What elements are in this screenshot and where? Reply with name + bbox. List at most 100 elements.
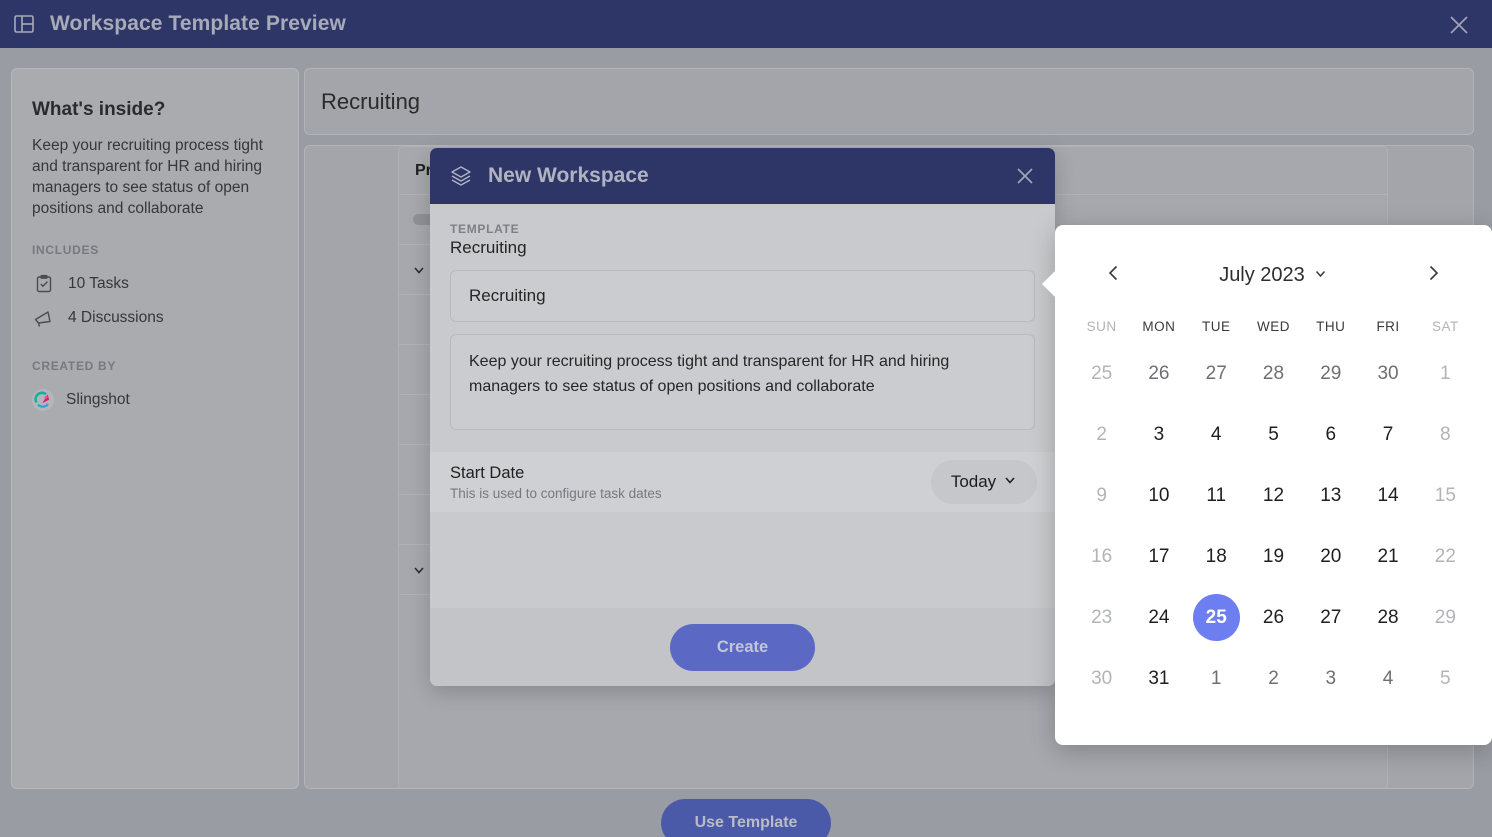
calendar-day-26[interactable]: 26 [1245, 590, 1302, 645]
calendar-next-month-button[interactable] [1418, 260, 1448, 290]
start-date-value: Today [950, 472, 997, 491]
start-date-selector[interactable]: Today [931, 460, 1037, 504]
calendar-day-6[interactable]: 6 [1302, 407, 1359, 462]
dow-fri: FRI [1376, 319, 1400, 334]
dow-sun: SUN [1086, 319, 1117, 334]
calendar-day-10[interactable]: 10 [1130, 468, 1187, 523]
start-date-hint: This is used to configure task dates [450, 485, 662, 501]
megaphone-icon [32, 306, 56, 330]
use-template-button[interactable]: Use Template [661, 799, 831, 837]
dialog-footer: Create [430, 608, 1055, 686]
calendar-day-28[interactable]: 28 [1245, 346, 1302, 401]
includes-tasks-text: 10 Tasks [68, 275, 129, 292]
template-title: Recruiting [321, 88, 421, 114]
includes-item-tasks: 10 Tasks [32, 267, 276, 301]
layout-panel-icon [12, 12, 36, 36]
workspace-description-input[interactable]: Keep your recruiting process tight and t… [450, 334, 1035, 430]
chevron-left-icon [1104, 263, 1124, 288]
calendar-day-7[interactable]: 7 [1359, 407, 1416, 462]
dialog-title: New Workspace [488, 164, 649, 187]
calendar-day-19[interactable]: 19 [1245, 529, 1302, 584]
calendar-day-23[interactable]: 23 [1073, 590, 1130, 645]
chevron-down-icon [413, 263, 427, 277]
info-description: Keep your recruiting process tight and t… [32, 137, 263, 217]
calendar-day-16[interactable]: 16 [1073, 529, 1130, 584]
calendar-day-1[interactable]: 1 [1188, 651, 1245, 706]
workspace-name-input[interactable]: Recruiting [450, 270, 1035, 322]
calendar-month-selector[interactable]: July 2023 [1219, 264, 1328, 287]
calendar-week-row: 25 26 27 28 29 30 1 [1073, 346, 1474, 401]
calendar-day-3[interactable]: 3 [1130, 407, 1187, 462]
calendar-day-2[interactable]: 2 [1245, 651, 1302, 706]
created-by-name: Slingshot [66, 391, 130, 408]
chevron-down-icon [1313, 264, 1328, 287]
calendar-week-row: 9 10 11 12 13 14 15 [1073, 468, 1474, 523]
close-icon[interactable] [1009, 160, 1041, 192]
calendar-day-4[interactable]: 4 [1188, 407, 1245, 462]
footer-actions: Use Template [0, 799, 1492, 837]
calendar-day-17[interactable]: 17 [1130, 529, 1187, 584]
calendar-day-14[interactable]: 14 [1359, 468, 1416, 523]
calendar-day-3[interactable]: 3 [1302, 651, 1359, 706]
calendar-day-of-week-row: SUN MON TUE WED THU FRI SAT [1073, 313, 1474, 340]
calendar-prev-month-button[interactable] [1099, 260, 1129, 290]
slingshot-logo-icon [32, 389, 54, 411]
calendar-month-label: July 2023 [1219, 263, 1305, 286]
dow-tue: TUE [1201, 319, 1231, 334]
calendar-week-row: 16 17 18 19 20 21 22 [1073, 529, 1474, 584]
template-header: Recruiting [304, 68, 1474, 135]
calendar-header: July 2023 [1073, 245, 1474, 305]
template-field-label: TEMPLATE [450, 222, 520, 236]
layers-icon [448, 163, 474, 189]
calendar-day-29[interactable]: 29 [1302, 346, 1359, 401]
calendar-day-27[interactable]: 27 [1188, 346, 1245, 401]
dow-sat: SAT [1431, 319, 1459, 334]
dow-mon: MON [1142, 319, 1176, 334]
calendar-day-20[interactable]: 20 [1302, 529, 1359, 584]
calendar-day-1[interactable]: 1 [1417, 346, 1474, 401]
calendar-day-25[interactable]: 25 [1188, 590, 1245, 645]
calendar-day-21[interactable]: 21 [1359, 529, 1416, 584]
created-by-label: CREATED BY [32, 359, 117, 373]
calendar-week-row: 30 31 1 2 3 4 5 [1073, 651, 1474, 706]
calendar-day-8[interactable]: 8 [1417, 407, 1474, 462]
window-title-bar: Workspace Template Preview [0, 0, 1492, 48]
calendar-day-26[interactable]: 26 [1130, 346, 1187, 401]
calendar-day-11[interactable]: 11 [1188, 468, 1245, 523]
calendar-day-5[interactable]: 5 [1245, 407, 1302, 462]
chevron-down-icon [413, 563, 427, 577]
chevron-right-icon [1423, 263, 1443, 288]
calendar-day-9[interactable]: 9 [1073, 468, 1130, 523]
includes-item-discussions: 4 Discussions [32, 301, 276, 335]
popup-pointer [1042, 270, 1056, 298]
calendar-day-30[interactable]: 30 [1359, 346, 1416, 401]
calendar-day-12[interactable]: 12 [1245, 468, 1302, 523]
new-workspace-dialog: New Workspace TEMPLATE Recruiting Recrui… [430, 148, 1055, 686]
calendar-day-5[interactable]: 5 [1417, 651, 1474, 706]
calendar-day-29[interactable]: 29 [1417, 590, 1474, 645]
calendar-day-15[interactable]: 15 [1417, 468, 1474, 523]
window-title: Workspace Template Preview [50, 12, 346, 35]
calendar-day-4[interactable]: 4 [1359, 651, 1416, 706]
create-button[interactable]: Create [670, 623, 815, 671]
calendar-grid: 25 26 27 28 29 30 1 2 3 4 5 6 7 8 9 10 11 12 13 14 15 16 17 18 1… [1073, 346, 1474, 706]
calendar-day-13[interactable]: 13 [1302, 468, 1359, 523]
calendar-day-24[interactable]: 24 [1130, 590, 1187, 645]
close-icon[interactable] [1442, 8, 1476, 42]
calendar-day-31[interactable]: 31 [1130, 651, 1187, 706]
calendar-week-row: 2345678 [1073, 407, 1474, 462]
calendar-day-22[interactable]: 22 [1417, 529, 1474, 584]
app-root: Workspace Template Preview What's inside… [0, 0, 1492, 837]
calendar-day-25[interactable]: 25 [1073, 346, 1130, 401]
includes-label: INCLUDES [32, 243, 99, 257]
calendar-day-18[interactable]: 18 [1188, 529, 1245, 584]
calendar-day-27[interactable]: 27 [1302, 590, 1359, 645]
chevron-down-icon [1003, 472, 1017, 492]
calendar-week-row: 23 24 25 26 27 28 29 [1073, 590, 1474, 645]
selected-day-highlight: 25 [1192, 594, 1240, 641]
includes-discussions-text: 4 Discussions [68, 309, 164, 326]
calendar-day-2[interactable]: 2 [1073, 407, 1130, 462]
calendar-day-30[interactable]: 30 [1073, 651, 1130, 706]
date-picker-popup: July 2023 SUN MON TUE WED THU FRI SAT 25… [1042, 225, 1492, 745]
calendar-day-28[interactable]: 28 [1359, 590, 1416, 645]
